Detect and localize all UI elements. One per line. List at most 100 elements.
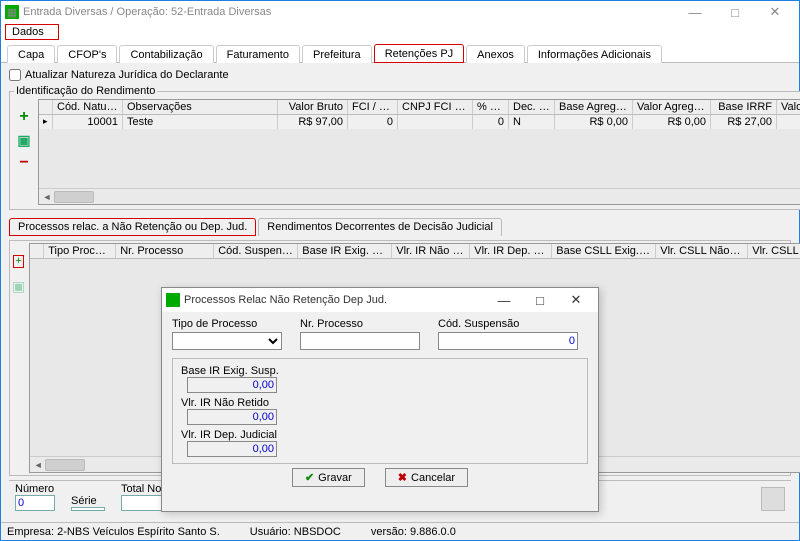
col-cnpj-fci[interactable]: CNPJ FCI / SCP — [398, 100, 473, 114]
col-vlr-ir-dep[interactable]: Vlr. IR Dep. Jud. — [470, 244, 552, 258]
label-numero: Número — [15, 483, 55, 495]
col-base-csll[interactable]: Base CSLL Exig. Susp. — [552, 244, 656, 258]
cell-base-agreg: R$ 0,00 — [555, 115, 633, 129]
value-base-ir-exig[interactable]: 0,00 — [187, 377, 277, 393]
dialog-close-button[interactable]: ✕ — [558, 292, 594, 308]
cell-valor-irrf: R$ — [777, 115, 800, 129]
label-nr-processo: Nr. Processo — [300, 318, 420, 330]
status-empresa: Empresa: 2-NBS Veículos Espírito Santo S… — [7, 526, 220, 538]
label-vlr-ir-dep-jud: Vlr. IR Dep. Judicial — [181, 429, 579, 441]
cancelar-button[interactable]: ✖ Cancelar — [385, 468, 468, 487]
processos-grid-header: Tipo Processo Nr. Processo Cód. Suspensã… — [30, 244, 800, 259]
tab-info-adicionais[interactable]: Informações Adicionais — [527, 45, 662, 63]
tab-contabilizacao[interactable]: Contabilização — [119, 45, 213, 63]
minimize-button[interactable]: — — [675, 1, 715, 23]
col-cod-natureza[interactable]: Cód. Natureza — [53, 100, 123, 114]
tab-retencoes-pj[interactable]: Retenções PJ — [374, 44, 464, 63]
cell-fci: 0 — [348, 115, 398, 129]
fieldset-rendimento-legend: Identificação do Rendimento — [14, 85, 157, 97]
add-rendimento-button[interactable]: + — [19, 109, 28, 125]
window-titlebar: ▦ Entrada Diversas / Operação: 52-Entrad… — [1, 1, 799, 23]
dialog-titlebar: Processos Relac Não Retenção Dep Jud. — … — [162, 288, 598, 312]
window-title: Entrada Diversas / Operação: 52-Entrada … — [23, 6, 675, 18]
select-tipo-processo[interactable] — [172, 332, 282, 350]
value-serie[interactable] — [71, 507, 105, 511]
col-fci-scp[interactable]: FCI / SCP — [348, 100, 398, 114]
app-icon: ▦ — [5, 5, 19, 19]
dialog-maximize-button[interactable]: □ — [522, 293, 558, 308]
status-bar: Empresa: 2-NBS Veículos Espírito Santo S… — [1, 522, 799, 540]
col-base-irrf[interactable]: Base IRRF — [711, 100, 777, 114]
cell-base-irrf: R$ 27,00 — [711, 115, 777, 129]
tab-faturamento[interactable]: Faturamento — [216, 45, 300, 63]
label-tipo-processo: Tipo de Processo — [172, 318, 282, 330]
col-observacoes[interactable]: Observações — [123, 100, 278, 114]
subtab-processos-relac[interactable]: Processos relac. a Não Retenção ou Dep. … — [9, 218, 256, 236]
cell-pscp: 0 — [473, 115, 509, 129]
maximize-button[interactable]: □ — [715, 1, 755, 23]
dialog-processos-relac: Processos Relac Não Retenção Dep Jud. — … — [161, 287, 599, 512]
value-numero[interactable]: 0 — [15, 495, 55, 511]
cell-obs: Teste — [123, 115, 278, 129]
input-nr-processo[interactable] — [300, 332, 420, 350]
rendimento-grid-header: Cód. Natureza Observações Valor Bruto FC… — [39, 100, 800, 115]
col-valor-agregado[interactable]: Valor Agregado — [633, 100, 711, 114]
value-vlr-ir-dep-jud[interactable]: 0,00 — [187, 441, 277, 457]
label-vlr-ir-nao-retido: Vlr. IR Não Retido — [181, 397, 579, 409]
cell-valor-bruto: R$ 97,00 — [278, 115, 348, 129]
dialog-app-icon — [166, 293, 180, 307]
check-icon: ✔ — [305, 471, 314, 484]
close-button[interactable]: ✕ — [755, 1, 795, 23]
col-pct-scp[interactable]: % SCP — [473, 100, 509, 114]
rendimento-hscroll[interactable]: ◄ ► — [39, 188, 800, 204]
tab-cfops[interactable]: CFOP's — [57, 45, 117, 63]
value-vlr-ir-nao-retido[interactable]: 0,00 — [187, 409, 277, 425]
cell-cod: 10001 — [53, 115, 123, 129]
tab-anexos[interactable]: Anexos — [466, 45, 525, 63]
col-cod-suspensao[interactable]: Cód. Suspensão — [214, 244, 298, 258]
status-versao: versão: 9.886.0.0 — [371, 526, 456, 538]
label-serie: Série — [71, 495, 105, 507]
rendimento-side-buttons: + ▣ − — [14, 99, 34, 205]
col-dec-jud[interactable]: Dec. Jud. — [509, 100, 555, 114]
gravar-button[interactable]: ✔ Gravar — [292, 468, 365, 487]
checkbox-atualizar-natureza[interactable] — [9, 69, 21, 81]
cell-cnpj — [398, 115, 473, 129]
col-valor-irrf[interactable]: Valor IRRF — [777, 100, 800, 114]
dialog-minimize-button[interactable]: — — [486, 293, 522, 308]
table-row[interactable]: ▸ 10001 Teste R$ 97,00 0 0 N R$ 0,00 R$ … — [39, 115, 800, 129]
x-icon: ✖ — [398, 471, 407, 484]
rendimento-grid: Cód. Natureza Observações Valor Bruto FC… — [38, 99, 800, 205]
col-tipo-processo[interactable]: Tipo Processo — [44, 244, 116, 258]
dialog-body: Tipo de Processo Nr. Processo Cód. Suspe… — [162, 312, 598, 511]
col-vlr-csll-dep[interactable]: Vlr. CSLL Dep. Jud. — [748, 244, 800, 258]
add-processo-button[interactable]: + — [13, 255, 23, 268]
cell-dec: N — [509, 115, 555, 129]
fieldset-rendimento: Identificação do Rendimento + ▣ − Cód. N… — [9, 85, 800, 210]
col-nr-processo[interactable]: Nr. Processo — [116, 244, 214, 258]
footer-action-icon[interactable] — [761, 487, 785, 511]
col-base-ir[interactable]: Base IR Exig. Susp. — [298, 244, 392, 258]
col-vlr-ir-nao-ret[interactable]: Vlr. IR Não Ret. — [392, 244, 470, 258]
processos-side-buttons: + ▣ — [12, 243, 25, 473]
view-processo-button[interactable]: ▣ — [12, 278, 25, 295]
field-numero: Número 0 — [15, 483, 55, 511]
checkbox-atualizar-label: Atualizar Natureza Jurídica do Declarant… — [25, 69, 229, 81]
label-base-ir-exig: Base IR Exig. Susp. — [181, 365, 579, 377]
dialog-title: Processos Relac Não Retenção Dep Jud. — [184, 294, 486, 306]
main-tabs: Capa CFOP's Contabilização Faturamento P… — [1, 41, 799, 63]
status-usuario: Usuário: NBSDOC — [250, 526, 341, 538]
dialog-group-values: Base IR Exig. Susp. 0,00 Vlr. IR Não Ret… — [172, 358, 588, 464]
subtab-rendimentos-decisao[interactable]: Rendimentos Decorrentes de Decisão Judic… — [258, 218, 502, 236]
view-rendimento-button[interactable]: ▣ — [17, 133, 30, 147]
tab-capa[interactable]: Capa — [7, 45, 55, 63]
menu-dados[interactable]: Dados — [5, 24, 59, 40]
col-valor-bruto[interactable]: Valor Bruto — [278, 100, 348, 114]
input-cod-suspensao[interactable] — [438, 332, 578, 350]
menubar: Dados — [1, 23, 799, 41]
gravar-label: Gravar — [318, 472, 352, 484]
col-base-agregada[interactable]: Base Agregada — [555, 100, 633, 114]
col-vlr-csll-nao-ret[interactable]: Vlr. CSLL Não Ret. — [656, 244, 748, 258]
tab-prefeitura[interactable]: Prefeitura — [302, 45, 372, 63]
remove-rendimento-button[interactable]: − — [19, 155, 28, 171]
